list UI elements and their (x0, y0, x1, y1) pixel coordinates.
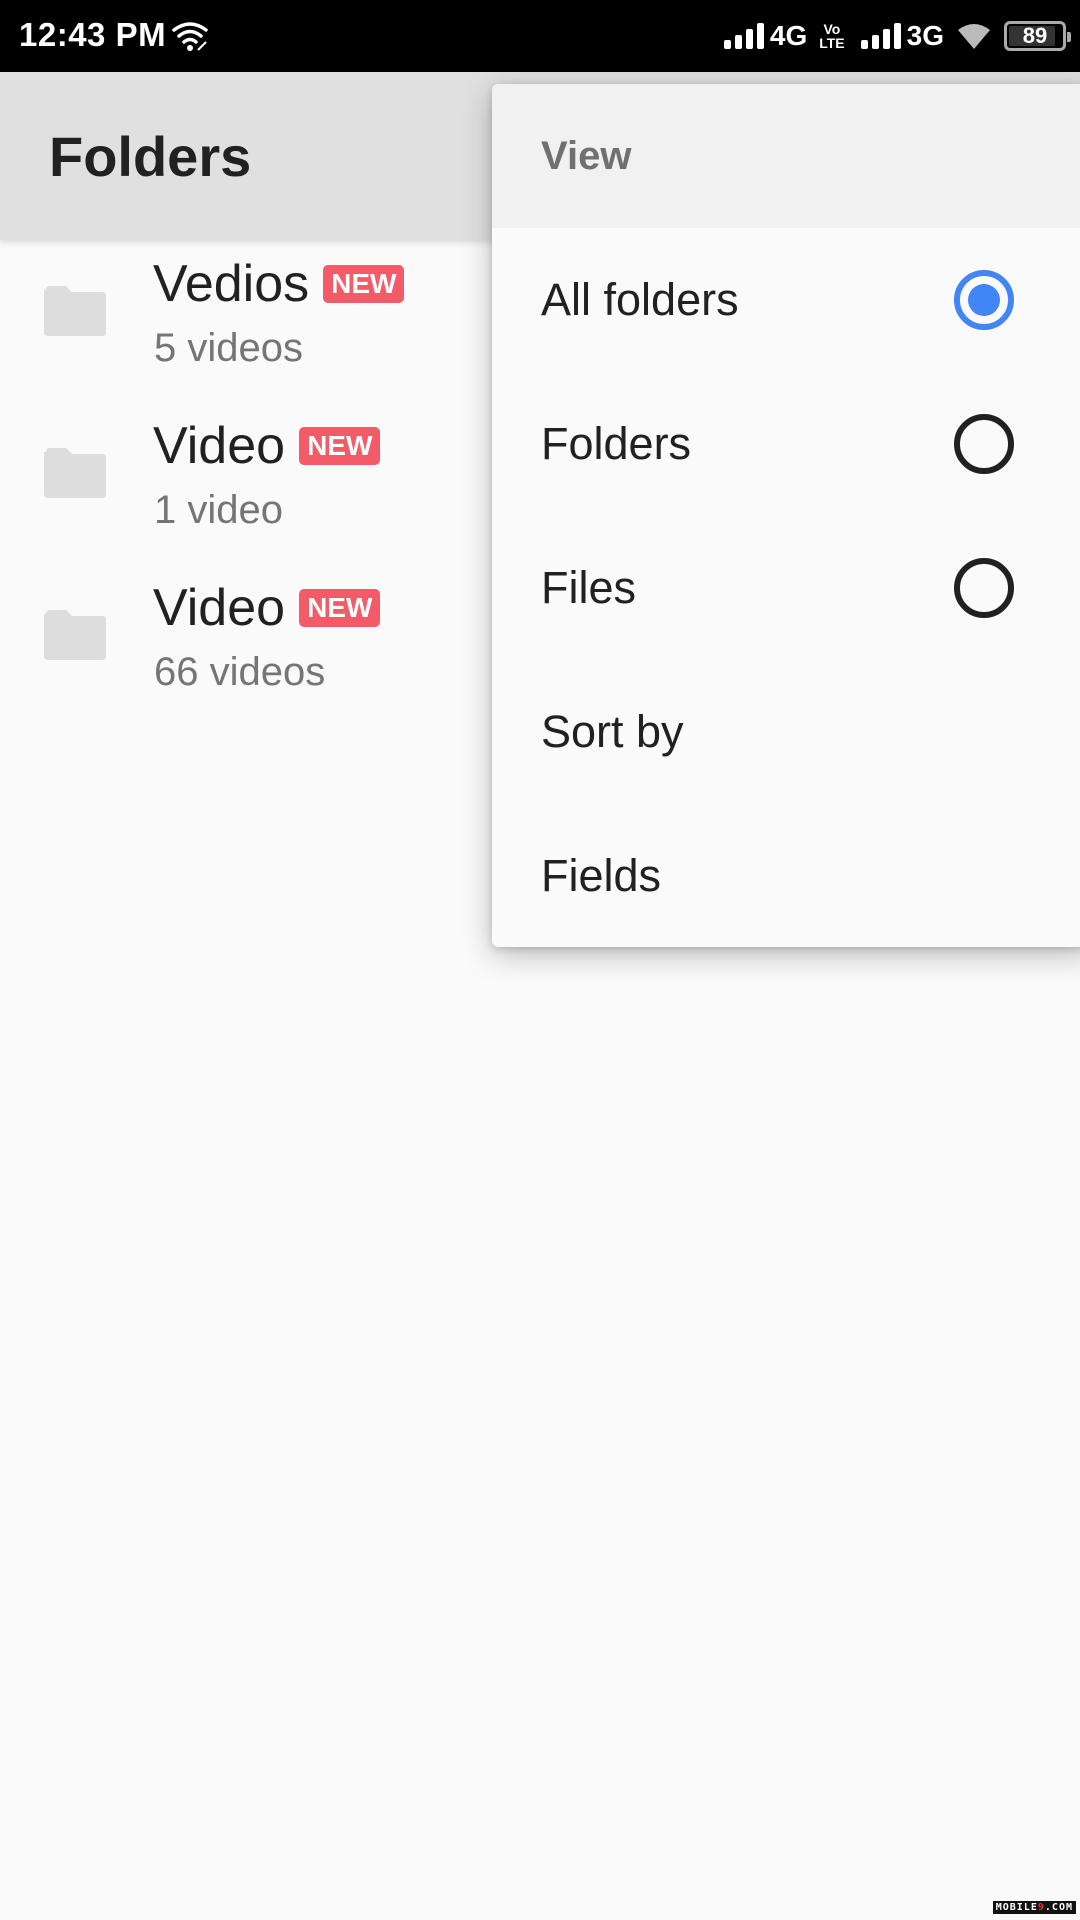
menu-item-folders[interactable]: Folders (492, 372, 1080, 516)
network-type-2: 3G (906, 20, 944, 51)
wifi-icon-right (958, 24, 990, 49)
folder-title: Video NEW (153, 578, 381, 638)
page-title: Folders (49, 125, 252, 188)
folder-count: 1 video (154, 488, 283, 532)
folder-icon (44, 286, 106, 336)
new-badge: NEW (299, 427, 381, 465)
folder-name: Vedios (153, 255, 310, 313)
volte-top: Vo (823, 21, 841, 37)
watermark-suffix: .COM (1044, 1902, 1073, 1913)
signal-icon-2 (860, 23, 901, 49)
new-badge: NEW (323, 265, 405, 303)
watermark-prefix: MOBILE (995, 1902, 1038, 1913)
menu-header-label: View (541, 134, 632, 178)
folder-name: Video (153, 579, 286, 637)
folder-count: 5 videos (154, 326, 303, 370)
folder-title: Video NEW (153, 416, 381, 476)
folder-name: Video (153, 417, 286, 475)
menu-item-label: Files (541, 562, 637, 613)
watermark-logo: MOBILE9.COM (992, 1901, 1076, 1914)
folder-icon (44, 610, 106, 660)
view-menu: View All folders Folders Files Sort by F… (492, 84, 1080, 947)
signal-icon (723, 23, 764, 49)
volte-icon: Vo LTE (819, 22, 844, 50)
watermark-nine: 9 (1037, 1902, 1045, 1913)
folder-icon (44, 448, 106, 498)
folder-title: Vedios NEW (153, 254, 405, 314)
new-badge: NEW (299, 589, 381, 627)
volte-bottom: LTE (819, 35, 845, 51)
radio-button[interactable] (954, 558, 1014, 618)
menu-item-fields[interactable]: Fields (492, 804, 1080, 947)
radio-button[interactable] (954, 414, 1014, 474)
status-bar: 12:43 PM 4G Vo LTE 3G 89 (0, 0, 1080, 72)
battery-level: 89 (1022, 23, 1048, 48)
folder-count: 66 videos (154, 650, 326, 694)
menu-item-label: Sort by (541, 706, 684, 757)
menu-item-all-folders[interactable]: All folders (492, 228, 1080, 372)
wifi-icon (172, 22, 208, 51)
menu-item-label: All folders (541, 274, 739, 325)
menu-item-label: Folders (541, 418, 692, 469)
menu-item-sort-by[interactable]: Sort by (492, 660, 1080, 804)
battery-icon: 89 (1004, 21, 1071, 51)
status-time: 12:43 PM (19, 16, 167, 53)
radio-button[interactable] (954, 270, 1014, 330)
menu-item-files[interactable]: Files (492, 516, 1080, 660)
menu-item-label: Fields (541, 850, 662, 901)
network-type-1: 4G (769, 20, 808, 51)
menu-header: View (492, 84, 1080, 228)
status-icons: 4G Vo LTE 3G 89 (723, 14, 1071, 58)
